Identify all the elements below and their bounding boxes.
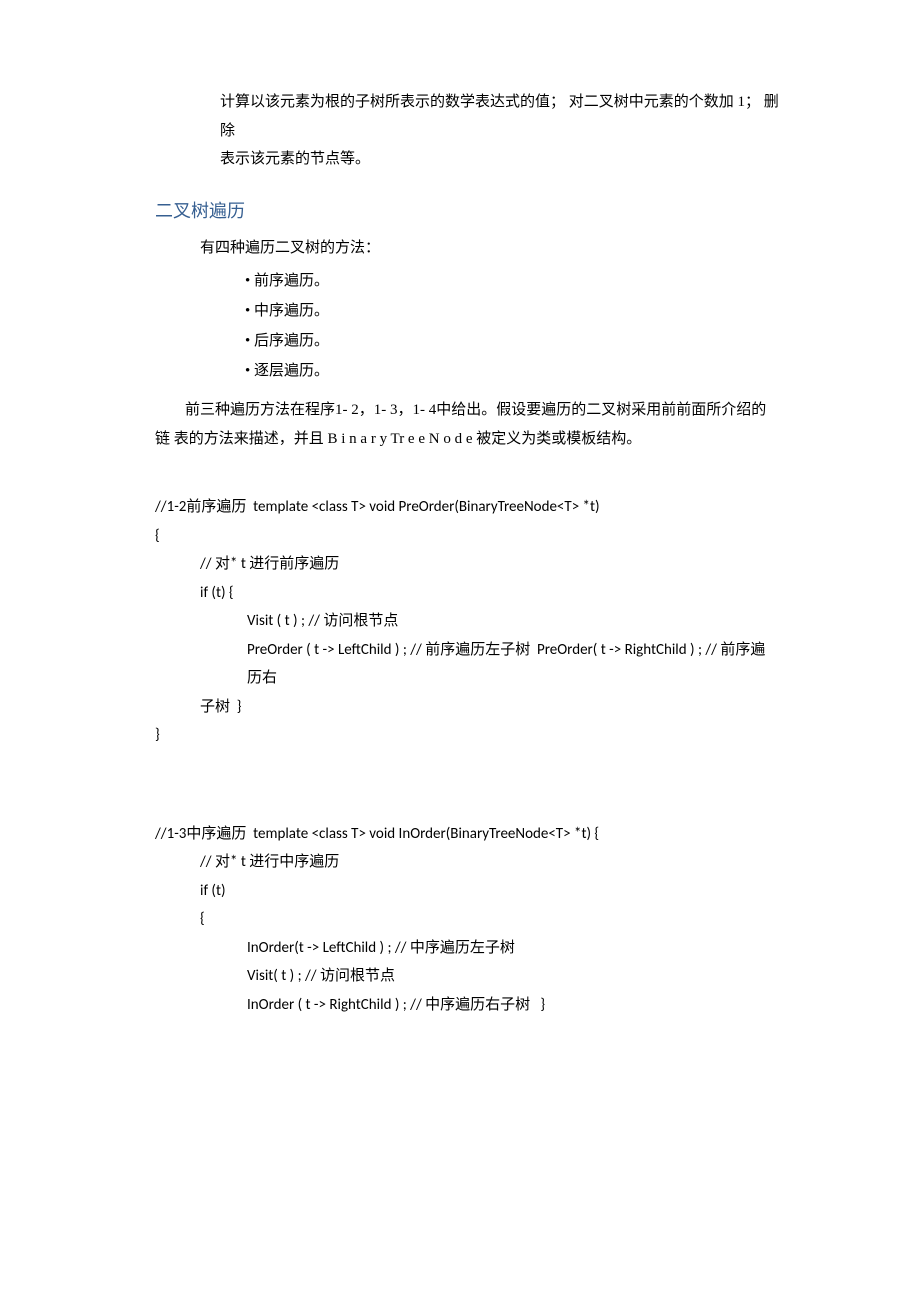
code-line: Visit( t ) ; // 访问根节点	[155, 962, 780, 991]
section-heading: 二叉树遍历	[155, 194, 780, 228]
code-line: //1-3中序遍历 template <class T> void InOrde…	[155, 820, 780, 849]
method-item: • 逐层遍历。	[245, 356, 780, 386]
code-line: 子树 }	[155, 693, 780, 722]
code-line: {	[155, 522, 780, 551]
code-line: //1-2前序遍历 template <class T> void PreOrd…	[155, 493, 780, 522]
code-line: if (t)	[155, 877, 780, 906]
paragraph-1: 前三种遍历方法在程序1- 2，1- 3，1- 4中给出。假设要遍历的二叉树采用前…	[155, 396, 780, 453]
code-block-preorder: //1-2前序遍历 template <class T> void PreOrd…	[155, 493, 780, 750]
methods-intro: 有四种遍历二叉树的方法：	[200, 234, 780, 263]
method-item: • 后序遍历。	[245, 326, 780, 356]
code-line: PreOrder ( t -> LeftChild ) ; // 前序遍历左子树…	[155, 636, 780, 693]
method-item: • 前序遍历。	[245, 266, 780, 296]
intro-line-2: 表示该元素的节点等。	[220, 145, 780, 174]
methods-list: • 前序遍历。 • 中序遍历。 • 后序遍历。 • 逐层遍历。	[155, 266, 780, 386]
code-line: {	[155, 905, 780, 934]
intro-block: 计算以该元素为根的子树所表示的数学表达式的值； 对二叉树中元素的个数加 1； 删…	[155, 88, 780, 174]
code-line: if (t) {	[155, 579, 780, 608]
page-container: 计算以该元素为根的子树所表示的数学表达式的值； 对二叉树中元素的个数加 1； 删…	[0, 0, 920, 1302]
intro-line-1: 计算以该元素为根的子树所表示的数学表达式的值； 对二叉树中元素的个数加 1； 删…	[220, 88, 780, 145]
code-line: InOrder(t -> LeftChild ) ; // 中序遍历左子树	[155, 934, 780, 963]
method-item: • 中序遍历。	[245, 296, 780, 326]
code-line: Visit ( t ) ; // 访问根节点	[155, 607, 780, 636]
code-line: InOrder ( t -> RightChild ) ; // 中序遍历右子树…	[155, 991, 780, 1020]
code-line: }	[155, 721, 780, 750]
code-line: // 对* t 进行中序遍历	[155, 848, 780, 877]
code-block-inorder: //1-3中序遍历 template <class T> void InOrde…	[155, 820, 780, 1020]
code-line: // 对* t 进行前序遍历	[155, 550, 780, 579]
